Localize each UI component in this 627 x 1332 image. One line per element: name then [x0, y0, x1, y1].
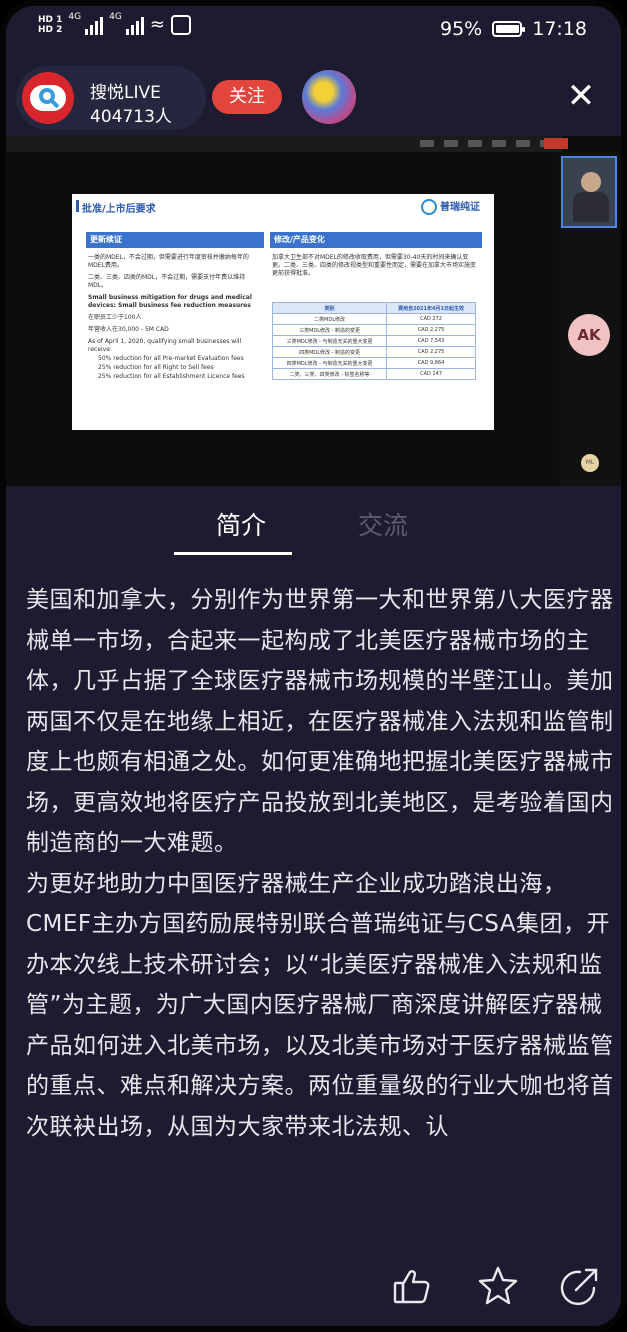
presentation-slide: 批准/上市后要求 普瑞纯证 更新续证 一类的MDEL，不会过期，但需要进行年度审…: [72, 194, 494, 430]
star-icon[interactable]: [476, 1264, 520, 1308]
slide-point: 年营收入在30,000 - 5M CAD: [88, 326, 169, 333]
participant-avatar[interactable]: AK: [568, 314, 610, 356]
slide-point: 50% reduction for all Pre-market Evaluat…: [98, 355, 244, 362]
description-paragraph: 美国和加拿大，分别作为世界第一大和世界第八大医疗器械单一市场，合起来一起构成了北…: [26, 587, 614, 856]
wifi-icon: ≈: [149, 14, 165, 35]
guest-avatar[interactable]: [302, 70, 356, 124]
slide-point: 二类、三类、四类的MDL，不会过期，需要支付年费以维持MDL。: [88, 274, 246, 289]
slide-point: As of April 1, 2020, qualifying small bu…: [88, 338, 242, 353]
content-tabs: 简介 交流: [6, 486, 621, 560]
fee-amount: CAD 272: [386, 313, 476, 325]
description-text[interactable]: 美国和加拿大，分别作为世界第一大和世界第八大医疗器械单一市场，合起来一起构成了北…: [26, 580, 616, 1268]
table-row: 四类MDL修改 - 制造的变更 CAD 2,275: [271, 346, 476, 358]
slide-left-text: 一类的MDEL，不会过期，但需要进行年度审核并缴纳每年的MDEL费用。 二类、三…: [88, 254, 264, 385]
fee-category: 二类MDL修改: [271, 313, 388, 325]
fee-amount: CAD 9,864: [386, 357, 476, 369]
network-label-2: 4G: [109, 11, 122, 22]
tab-intro[interactable]: 简介: [216, 506, 266, 542]
slide-right-heading: 修改/产品变化: [270, 232, 482, 248]
participants-panel: AK ML: [559, 152, 621, 486]
hd2-label: HD 2: [38, 24, 63, 35]
host-logo-icon[interactable]: [22, 72, 74, 124]
hd1-label: HD 1: [38, 14, 63, 25]
slide-right-text: 加拿大卫生部不对MDEL的修改收取费用，但需要30-40天的时间来确认变更。二类…: [272, 254, 477, 277]
fee-category: 二类、三类、四类修改 - 标签名称等: [271, 368, 388, 380]
status-bar: HD 1 HD 2 4G 4G ≈ 95% 17:18: [6, 6, 621, 54]
live-header: 搜悦LIVE 404713人 关注 ✕: [6, 60, 621, 136]
fee-amount: CAD 2,275: [386, 324, 476, 336]
fee-category: 三类MDL修改 - 与制造无关的重大变更: [271, 335, 388, 347]
phone-frame: HD 1 HD 2 4G 4G ≈ 95% 17:18 搜悦LIVE 40471…: [0, 0, 627, 1332]
hd-indicator: HD 1 HD 2: [38, 15, 62, 35]
slide-point: 25% reduction for all Establishment Lice…: [98, 373, 245, 380]
table-row: 三类MDL修改 - 与制造无关的重大变更 CAD 7,543: [271, 335, 476, 347]
fee-amount: CAD 147: [386, 368, 476, 380]
network-label-1: 4G: [68, 11, 82, 22]
fee-header-cell: 类别: [271, 302, 388, 314]
table-row: 二类MDL修改 CAD 272: [271, 313, 476, 325]
speaker-thumbnail[interactable]: [561, 156, 617, 228]
slide-point: 在职员工少于100人: [88, 314, 142, 321]
viewer-count: 404713人: [90, 107, 172, 127]
fee-table: 类别 费用自2021年4月1日起生效 二类MDL修改 CAD 272 三类MDL修…: [271, 302, 476, 380]
slide-point: 25% reduction for all Right to Sell fees: [98, 364, 214, 371]
signal-icon-2: [125, 15, 144, 35]
battery-percent: 95%: [440, 18, 483, 40]
host-info[interactable]: 搜悦LIVE 404713人: [16, 66, 206, 130]
active-tab-indicator: [174, 552, 292, 555]
slide-point: 一类的MDEL，不会过期，但需要进行年度审核并缴纳每年的MDEL费用。: [88, 254, 249, 269]
slide-left-heading: 更新续证: [86, 232, 264, 248]
fee-category: 三类MDL修改 - 制造的变更: [271, 324, 388, 336]
meeting-toolbar: [6, 136, 568, 152]
fee-category: 四类MDL修改 - 与制造无关的重大变更: [271, 357, 388, 369]
slide-point: Small business mitigation for drugs and …: [88, 294, 252, 309]
slide-logo: 普瑞纯证: [421, 198, 480, 215]
status-left: HD 1 HD 2 4G 4G ≈: [38, 11, 191, 35]
follow-button[interactable]: 关注: [212, 80, 282, 114]
fee-amount: CAD 2,275: [386, 346, 476, 358]
fee-amount: CAD 7,543: [386, 335, 476, 347]
tab-chat[interactable]: 交流: [358, 506, 408, 542]
description-paragraph: 为更好地助力中国医疗器械生产企业成功踏浪出海，CMEF主办方国药励展特别联合普瑞…: [26, 870, 614, 1140]
fee-category: 四类MDL修改 - 制造的变更: [271, 346, 388, 358]
participant-small-avatar[interactable]: ML: [581, 454, 599, 472]
fee-table-header: 类别 费用自2021年4月1日起生效: [271, 302, 476, 314]
status-right: 95% 17:18: [440, 18, 587, 40]
battery-icon: [492, 21, 526, 37]
host-name: 搜悦LIVE: [90, 83, 161, 103]
video-player[interactable]: 批准/上市后要求 普瑞纯证 更新续证 一类的MDEL，不会过期，但需要进行年度审…: [6, 136, 621, 486]
signal-icon: [85, 15, 104, 35]
table-row: 三类MDL修改 - 制造的变更 CAD 2,275: [271, 324, 476, 336]
fee-header-cell: 费用自2021年4月1日起生效: [386, 302, 476, 314]
action-bar: [6, 1250, 621, 1326]
nfc-icon: [170, 14, 191, 35]
close-icon[interactable]: ✕: [561, 76, 601, 116]
thumbs-up-icon[interactable]: [390, 1264, 434, 1308]
clock: 17:18: [532, 18, 587, 40]
table-row: 四类MDL修改 - 与制造无关的重大变更 CAD 9,864: [271, 357, 476, 369]
table-row: 二类、三类、四类修改 - 标签名称等 CAD 147: [271, 368, 476, 380]
slide-title: 批准/上市后要求: [76, 200, 156, 215]
share-icon[interactable]: [558, 1264, 602, 1308]
